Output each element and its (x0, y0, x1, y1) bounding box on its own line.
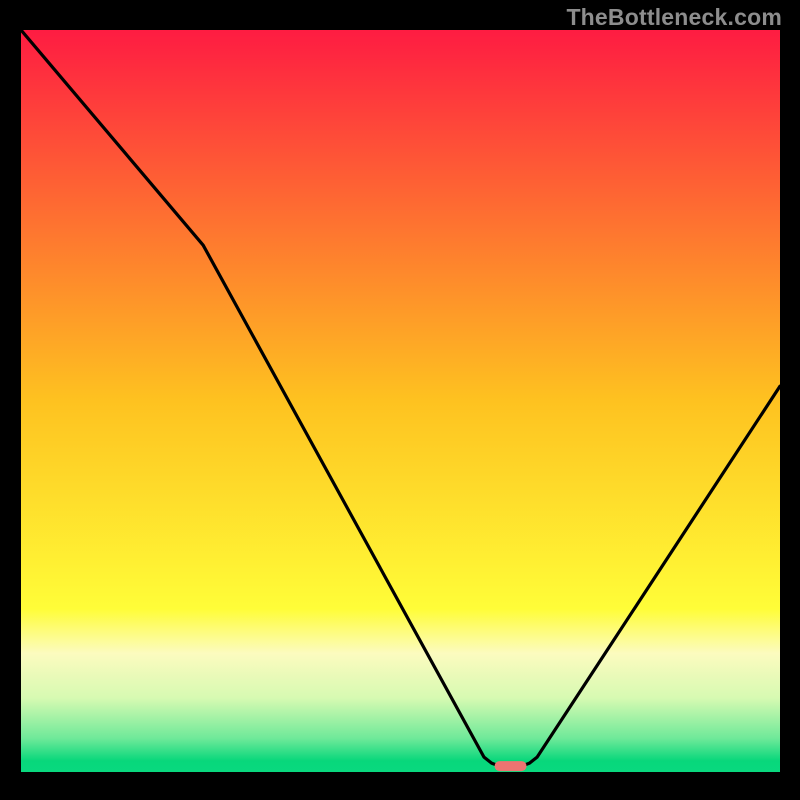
chart-svg (21, 30, 780, 772)
gradient-background (21, 30, 780, 772)
chart-stage: TheBottleneck.com (0, 0, 800, 800)
plot-area (21, 30, 780, 772)
watermark-text: TheBottleneck.com (566, 4, 782, 31)
optimal-marker (495, 761, 527, 771)
